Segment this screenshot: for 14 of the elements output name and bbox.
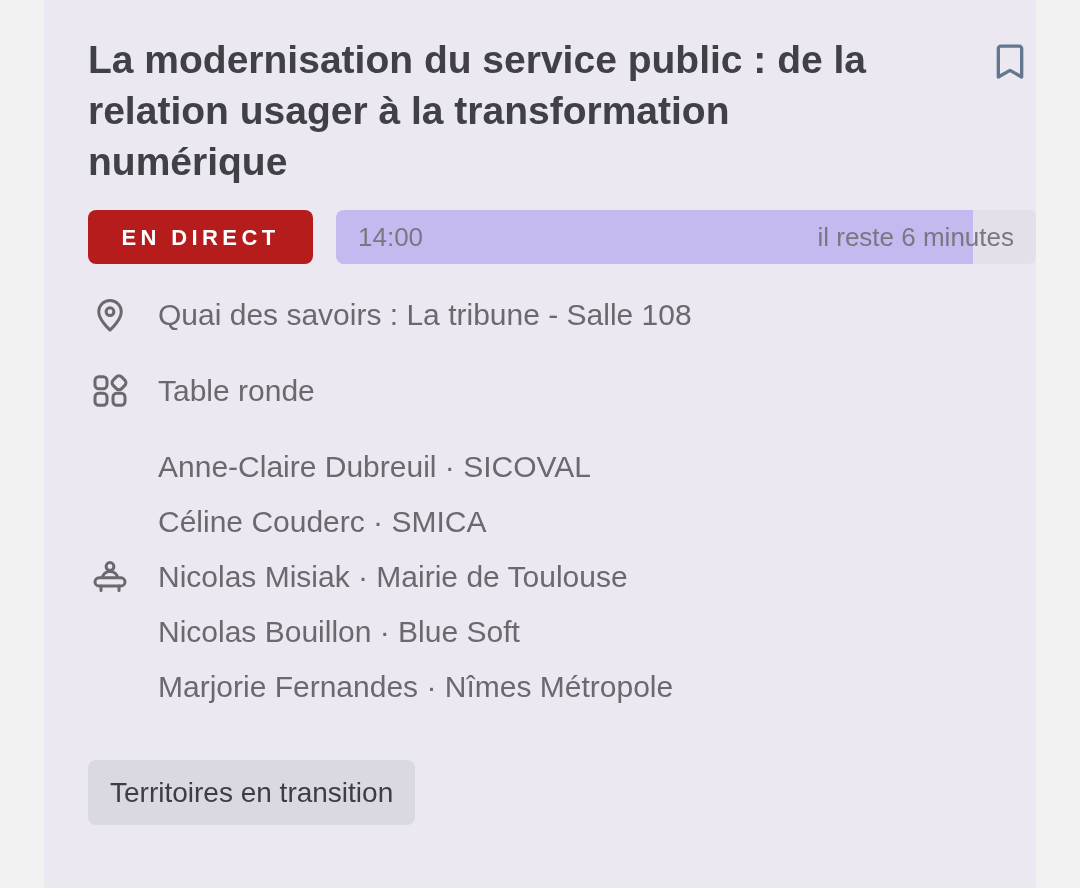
shapes-grid-icon (92, 372, 128, 409)
speaker-name: Marjorie Fernandes · Nîmes Métropole (158, 669, 674, 705)
speaker-name: Nicolas Bouillon · Blue Soft (158, 614, 521, 650)
start-time: 14:00 (358, 220, 424, 254)
session-title: La modernisation du service public : de la relation usager à la transformation numérique (88, 37, 868, 185)
speaker-name: Céline Couderc · SMICA (158, 504, 488, 540)
tag-chip: Territoires en transition (88, 760, 416, 825)
live-badge: EN DIRECT (88, 210, 313, 264)
location-text: Quai des savoirs : La tribune - Salle 108 (158, 297, 692, 333)
time-remaining: il reste 6 minutes (817, 220, 1014, 254)
speaker-name: Nicolas Misiak · Mairie de Toulouse (158, 559, 629, 595)
speaker-name: Anne-Claire Dubreuil · SICOVAL (158, 449, 592, 485)
session-format: Table ronde (158, 373, 315, 409)
person-at-table-icon (92, 558, 128, 595)
